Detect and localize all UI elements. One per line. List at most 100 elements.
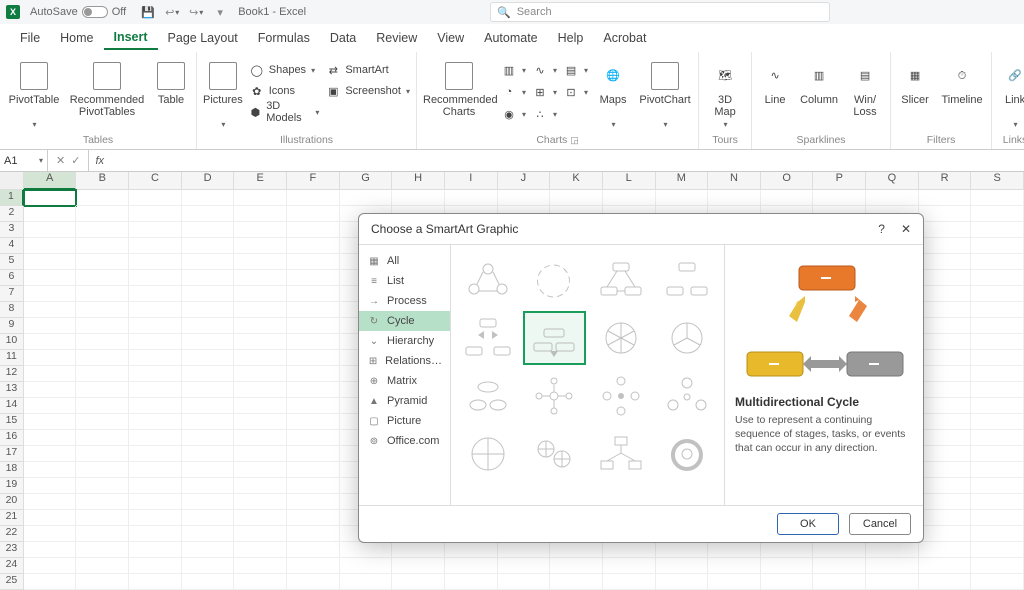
cell[interactable] xyxy=(24,558,77,574)
cell[interactable] xyxy=(919,526,972,542)
cell[interactable] xyxy=(182,238,235,254)
column-chart-button[interactable]: ▥▾ xyxy=(501,60,526,80)
screenshot-button[interactable]: ▣Screenshot▾ xyxy=(325,81,410,101)
cell[interactable] xyxy=(919,302,972,318)
cell[interactable] xyxy=(129,238,182,254)
cell[interactable] xyxy=(287,382,340,398)
cell[interactable] xyxy=(445,190,498,206)
name-box[interactable]: A1▾ xyxy=(0,150,48,171)
cell[interactable] xyxy=(971,446,1024,462)
cell[interactable] xyxy=(919,334,972,350)
cell[interactable] xyxy=(129,446,182,462)
cell[interactable] xyxy=(919,542,972,558)
cancel-formula-icon[interactable]: ✕ xyxy=(56,154,65,167)
3d-map-button[interactable]: 🗺3D Map▾ xyxy=(705,60,745,130)
smartart-thumbnail[interactable] xyxy=(590,311,652,365)
cell[interactable] xyxy=(182,414,235,430)
cell[interactable] xyxy=(971,526,1024,542)
row-header[interactable]: 6 xyxy=(0,270,24,286)
maps-button[interactable]: 🌐Maps▾ xyxy=(594,60,632,130)
cell[interactable] xyxy=(287,558,340,574)
row-header[interactable]: 1 xyxy=(0,190,24,206)
dialog-close-button[interactable]: ✕ xyxy=(901,222,911,236)
cell[interactable] xyxy=(234,414,287,430)
cell[interactable] xyxy=(76,574,129,590)
cell[interactable] xyxy=(182,270,235,286)
cell[interactable] xyxy=(287,254,340,270)
cell[interactable] xyxy=(919,478,972,494)
cell[interactable] xyxy=(129,222,182,238)
cell[interactable] xyxy=(234,398,287,414)
cell[interactable] xyxy=(919,350,972,366)
cell[interactable] xyxy=(919,462,972,478)
cell[interactable] xyxy=(76,526,129,542)
autosave-toggle[interactable]: AutoSave Off xyxy=(30,6,126,18)
shapes-button[interactable]: ◯Shapes▾ xyxy=(249,60,320,80)
cell[interactable] xyxy=(129,478,182,494)
recommended-pivottables-button[interactable]: Recommended PivotTables xyxy=(68,60,146,118)
cell[interactable] xyxy=(24,334,77,350)
cell[interactable] xyxy=(234,318,287,334)
column-header[interactable]: L xyxy=(603,172,656,190)
cell[interactable] xyxy=(919,238,972,254)
cell[interactable] xyxy=(287,350,340,366)
cell[interactable] xyxy=(129,286,182,302)
cell[interactable] xyxy=(24,222,77,238)
cell[interactable] xyxy=(24,270,77,286)
cell[interactable] xyxy=(182,254,235,270)
row-header[interactable]: 16 xyxy=(0,430,24,446)
cell[interactable] xyxy=(971,398,1024,414)
cell[interactable] xyxy=(761,574,814,590)
pie-chart-button[interactable]: ◉▾ xyxy=(501,104,526,124)
recommended-charts-button[interactable]: Recommended Charts xyxy=(423,60,495,118)
cell[interactable] xyxy=(182,302,235,318)
cell[interactable] xyxy=(129,206,182,222)
pivotchart-button[interactable]: PivotChart▾ xyxy=(638,60,692,130)
row-header[interactable]: 10 xyxy=(0,334,24,350)
cell[interactable] xyxy=(182,222,235,238)
cell[interactable] xyxy=(287,478,340,494)
cell[interactable] xyxy=(234,526,287,542)
cell[interactable] xyxy=(182,494,235,510)
row-header[interactable]: 12 xyxy=(0,366,24,382)
cell[interactable] xyxy=(656,542,709,558)
cell[interactable] xyxy=(24,414,77,430)
cell[interactable] xyxy=(287,430,340,446)
column-header[interactable]: O xyxy=(761,172,814,190)
cell[interactable] xyxy=(340,574,393,590)
smartart-thumbnail[interactable] xyxy=(457,311,519,365)
cell[interactable] xyxy=(971,238,1024,254)
slicer-button[interactable]: ▦Slicer xyxy=(897,60,933,118)
row-header[interactable]: 20 xyxy=(0,494,24,510)
cell[interactable] xyxy=(287,542,340,558)
cell[interactable] xyxy=(76,414,129,430)
line-chart-button[interactable]: ∿▾ xyxy=(532,60,557,80)
tab-review[interactable]: Review xyxy=(366,27,427,49)
cell[interactable] xyxy=(129,366,182,382)
cell[interactable] xyxy=(76,366,129,382)
cell[interactable] xyxy=(603,542,656,558)
cell[interactable] xyxy=(761,190,814,206)
cell[interactable] xyxy=(813,558,866,574)
cell[interactable] xyxy=(76,446,129,462)
qat-dropdown-icon[interactable]: ▾ xyxy=(212,4,228,20)
tab-help[interactable]: Help xyxy=(548,27,594,49)
smartart-thumbnail[interactable] xyxy=(590,253,652,307)
cell[interactable] xyxy=(182,350,235,366)
cell[interactable] xyxy=(919,206,972,222)
cell[interactable] xyxy=(76,270,129,286)
cell[interactable] xyxy=(24,366,77,382)
cell[interactable] xyxy=(287,526,340,542)
column-header[interactable]: S xyxy=(971,172,1024,190)
save-icon[interactable]: 💾 xyxy=(140,4,156,20)
category-item[interactable]: ⊞Relations… xyxy=(359,351,450,371)
row-header[interactable]: 13 xyxy=(0,382,24,398)
cell[interactable] xyxy=(971,462,1024,478)
cell[interactable] xyxy=(761,542,814,558)
cell[interactable] xyxy=(919,190,972,206)
smartart-thumbnail[interactable] xyxy=(457,369,519,423)
sparkline-column-button[interactable]: ▥Column xyxy=(798,60,840,118)
smartart-thumbnail[interactable] xyxy=(656,253,718,307)
cell[interactable] xyxy=(182,334,235,350)
cell[interactable] xyxy=(708,574,761,590)
